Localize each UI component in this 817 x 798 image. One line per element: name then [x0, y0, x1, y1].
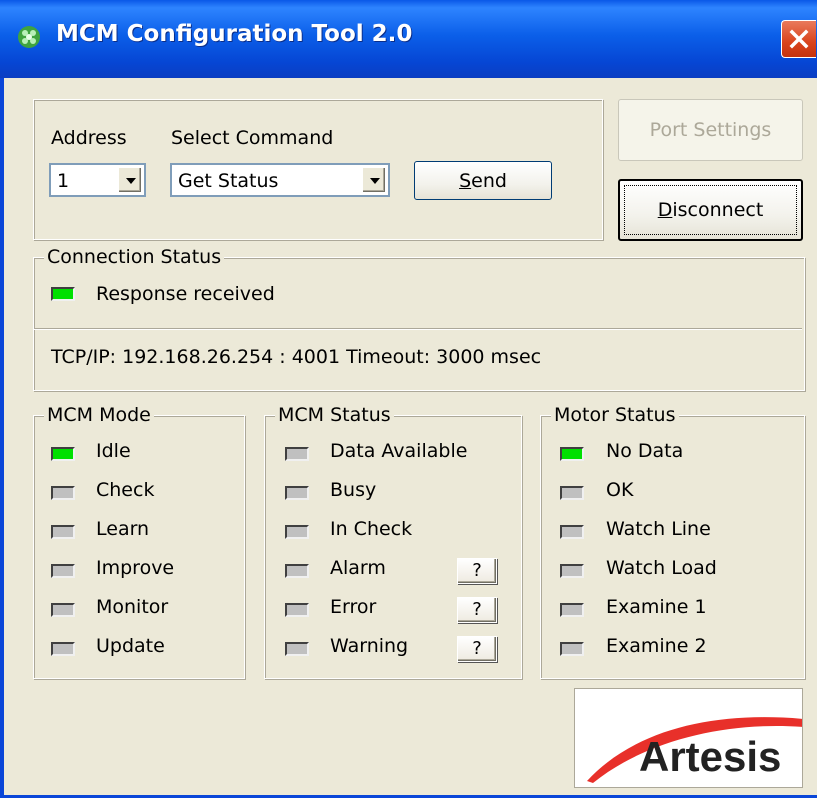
mcm-mode-led	[51, 486, 75, 500]
motor-status-led	[560, 447, 584, 461]
app-window: MCM Configuration Tool 2.0 Address Selec…	[0, 0, 817, 798]
motor-status-item-label: No Data	[606, 440, 684, 462]
connection-status-group: Connection Status	[33, 246, 805, 391]
mcm-status-led	[285, 642, 309, 656]
connection-status-title: Connection Status	[44, 246, 225, 268]
motor-status-led	[560, 486, 584, 500]
select-command-label: Select Command	[171, 127, 334, 149]
mcm-mode-item-label: Idle	[96, 440, 131, 462]
mcm-mode-led	[51, 447, 75, 461]
motor-status-item-label: Examine 2	[606, 635, 707, 657]
address-label: Address	[51, 127, 127, 149]
send-button-label: Send	[459, 169, 507, 192]
mcm-status-item-label: Busy	[330, 479, 377, 501]
disconnect-button[interactable]: Disconnect	[618, 179, 803, 241]
address-dropdown-button[interactable]	[118, 167, 142, 193]
mcm-status-led	[285, 603, 309, 617]
motor-status-item-label: Watch Line	[606, 518, 711, 540]
mcm-status-led	[285, 525, 309, 539]
mcm-mode-item-label: Check	[96, 479, 155, 501]
command-dropdown-button[interactable]	[362, 167, 386, 193]
address-combo[interactable]: 1	[49, 163, 146, 197]
motor-status-item-label: OK	[606, 479, 634, 501]
motor-status-led	[560, 642, 584, 656]
close-button[interactable]	[781, 20, 816, 58]
motor-status-item-label: Examine 1	[606, 596, 707, 618]
mcm-status-item-label: Data Available	[330, 440, 468, 462]
mcm-status-led	[285, 486, 309, 500]
disconnect-label: Disconnect	[657, 199, 764, 221]
app-icon	[18, 26, 40, 48]
mcm-mode-led	[51, 564, 75, 578]
window-frame-left	[0, 78, 4, 798]
response-led	[51, 287, 75, 301]
command-combo[interactable]: Get Status	[170, 163, 390, 197]
mcm-status-led	[285, 447, 309, 461]
motor-status-title: Motor Status	[551, 404, 679, 426]
title-bar[interactable]: MCM Configuration Tool 2.0	[0, 0, 817, 78]
mcm-mode-item-label: Monitor	[96, 596, 169, 618]
mcm-status-led	[285, 564, 309, 578]
mcm-mode-title: MCM Mode	[44, 404, 154, 426]
chevron-down-icon	[126, 178, 136, 184]
logo-text: Artesis	[639, 733, 782, 780]
mcm-status-item-label: Warning	[330, 635, 409, 657]
help-button[interactable]: ?	[457, 636, 497, 662]
window-title: MCM Configuration Tool 2.0	[56, 21, 413, 47]
command-value: Get Status	[178, 170, 279, 192]
mcm-status-title: MCM Status	[275, 404, 394, 426]
mcm-mode-item-label: Update	[96, 635, 165, 657]
connection-separator	[34, 328, 802, 330]
help-button[interactable]: ?	[457, 558, 497, 584]
tcp-info: TCP/IP: 192.168.26.254 : 4001 Timeout: 3…	[51, 346, 542, 368]
artesis-logo: Artesis	[574, 688, 803, 788]
motor-status-led	[560, 525, 584, 539]
close-icon	[789, 29, 809, 49]
motor-status-item-label: Watch Load	[606, 557, 717, 579]
help-button[interactable]: ?	[457, 597, 497, 623]
response-text: Response received	[96, 283, 275, 305]
mcm-mode-led	[51, 642, 75, 656]
port-settings-button[interactable]: Port Settings	[618, 99, 803, 161]
motor-status-led	[560, 564, 584, 578]
chevron-down-icon	[370, 178, 380, 184]
mcm-mode-item-label: Improve	[96, 557, 175, 579]
mcm-mode-led	[51, 603, 75, 617]
mcm-mode-item-label: Learn	[96, 518, 150, 540]
port-settings-label: Port Settings	[649, 119, 772, 141]
mcm-mode-led	[51, 525, 75, 539]
send-button[interactable]: Send	[414, 161, 552, 200]
mcm-status-item-label: Error	[330, 596, 377, 618]
mcm-status-item-label: In Check	[330, 518, 413, 540]
address-value: 1	[57, 170, 70, 192]
motor-status-led	[560, 603, 584, 617]
mcm-status-item-label: Alarm	[330, 557, 386, 579]
